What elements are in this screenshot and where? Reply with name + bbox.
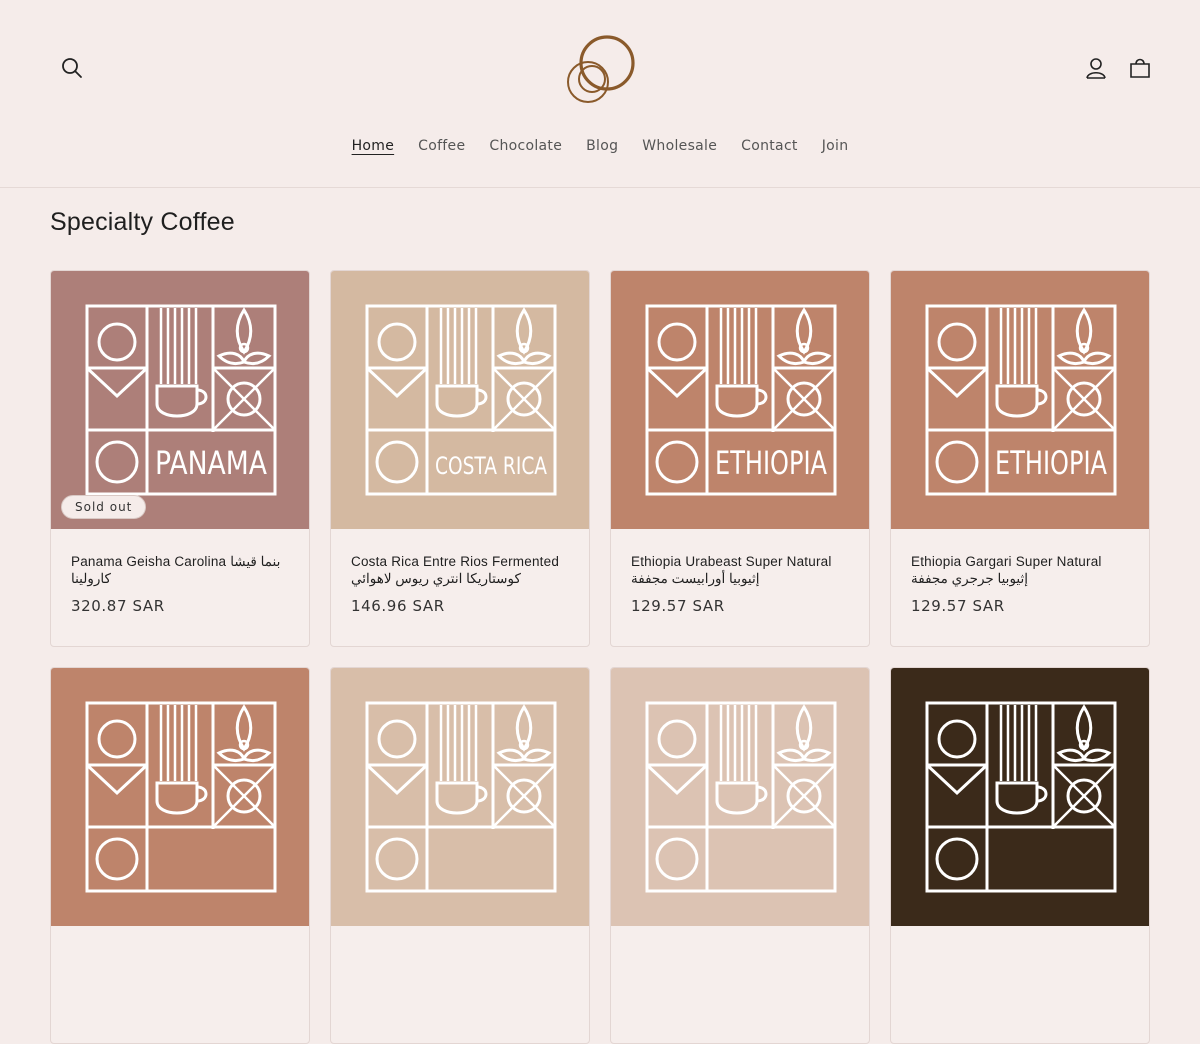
nav-item-wholesale[interactable]: Wholesale bbox=[630, 136, 729, 156]
origin-label: COSTA RICA bbox=[435, 452, 547, 480]
product-card[interactable] bbox=[330, 667, 590, 1044]
product-image[interactable]: COSTA RICA bbox=[331, 271, 589, 529]
nav-item-coffee[interactable]: Coffee bbox=[406, 136, 477, 156]
product-card[interactable] bbox=[50, 667, 310, 1044]
product-title[interactable]: Costa Rica Entre Rios Fermented كوستاريك… bbox=[351, 553, 569, 587]
rings-logo[interactable] bbox=[558, 30, 642, 106]
product-price: 146.96 SAR bbox=[351, 597, 445, 615]
product-card[interactable] bbox=[890, 667, 1150, 1044]
coffee-label-art: COSTA RICA bbox=[365, 304, 557, 496]
sold-out-badge: Sold out bbox=[61, 495, 147, 519]
product-image[interactable] bbox=[51, 668, 309, 926]
origin-label: ETHIOPIA bbox=[715, 444, 827, 482]
coffee-label-art: ETHIOPIA bbox=[925, 304, 1117, 496]
product-info: Panama Geisha Carolina بنما قيشا كارولين… bbox=[51, 529, 309, 615]
product-price: 320.87 SAR bbox=[71, 597, 165, 615]
product-card[interactable]: ETHIOPIA Ethiopia Urabeast Super Natural … bbox=[610, 270, 870, 647]
account-button[interactable] bbox=[1078, 50, 1114, 86]
coffee-label-art: PANAMA bbox=[85, 304, 277, 496]
site-header: Home Coffee Chocolate Blog Wholesale Contact J… bbox=[0, 0, 1200, 188]
search-button[interactable] bbox=[54, 50, 90, 86]
cart-icon bbox=[1130, 58, 1150, 78]
product-image[interactable] bbox=[891, 668, 1149, 926]
product-title[interactable]: Ethiopia Urabeast Super Natural إثيوبيا … bbox=[631, 553, 849, 587]
product-image[interactable]: PANAMA Sold out bbox=[51, 271, 309, 529]
product-price: 129.57 SAR bbox=[911, 597, 1005, 615]
product-info bbox=[51, 926, 309, 950]
product-info: Ethiopia Gargari Super Natural إثيوبيا ج… bbox=[891, 529, 1149, 615]
product-card[interactable]: PANAMA Sold out Panama Geisha Carolina بنم… bbox=[50, 270, 310, 647]
product-image[interactable]: ETHIOPIA bbox=[611, 271, 869, 529]
search-icon bbox=[62, 58, 82, 78]
nav-item-home[interactable]: Home bbox=[340, 136, 407, 156]
nav-item-join[interactable]: Join bbox=[810, 136, 861, 156]
product-info bbox=[611, 926, 869, 950]
cart-button[interactable] bbox=[1122, 50, 1158, 86]
coffee-label-art bbox=[645, 701, 837, 893]
coffee-label-art bbox=[85, 701, 277, 893]
product-grid: PANAMA Sold out Panama Geisha Carolina بنم… bbox=[50, 270, 1150, 1044]
product-title[interactable]: Ethiopia Gargari Super Natural إثيوبيا ج… bbox=[911, 553, 1129, 587]
product-image[interactable] bbox=[611, 668, 869, 926]
product-card[interactable]: ETHIOPIA Ethiopia Gargari Super Natural إ… bbox=[890, 270, 1150, 647]
product-title[interactable]: Panama Geisha Carolina بنما قيشا كارولين… bbox=[71, 553, 289, 587]
product-price: 129.57 SAR bbox=[631, 597, 725, 615]
nav-item-chocolate[interactable]: Chocolate bbox=[477, 136, 574, 156]
product-info bbox=[891, 926, 1149, 950]
nav-item-contact[interactable]: Contact bbox=[729, 136, 810, 156]
section-title: Specialty Coffee bbox=[50, 208, 235, 236]
nav-item-blog[interactable]: Blog bbox=[574, 136, 630, 156]
coffee-label-art: ETHIOPIA bbox=[645, 304, 837, 496]
product-info bbox=[331, 926, 589, 950]
product-image[interactable] bbox=[331, 668, 589, 926]
main-nav: Home Coffee Chocolate Blog Wholesale Contact J… bbox=[0, 136, 1200, 156]
product-image[interactable]: ETHIOPIA bbox=[891, 271, 1149, 529]
product-info: Costa Rica Entre Rios Fermented كوستاريك… bbox=[331, 529, 589, 615]
product-card[interactable] bbox=[610, 667, 870, 1044]
origin-label: PANAMA bbox=[155, 444, 267, 482]
product-card[interactable]: COSTA RICA Costa Rica Entre Rios Fermente… bbox=[330, 270, 590, 647]
user-icon bbox=[1086, 58, 1106, 79]
coffee-label-art bbox=[925, 701, 1117, 893]
origin-label: ETHIOPIA bbox=[995, 444, 1107, 482]
coffee-label-art bbox=[365, 701, 557, 893]
product-info: Ethiopia Urabeast Super Natural إثيوبيا … bbox=[611, 529, 869, 615]
